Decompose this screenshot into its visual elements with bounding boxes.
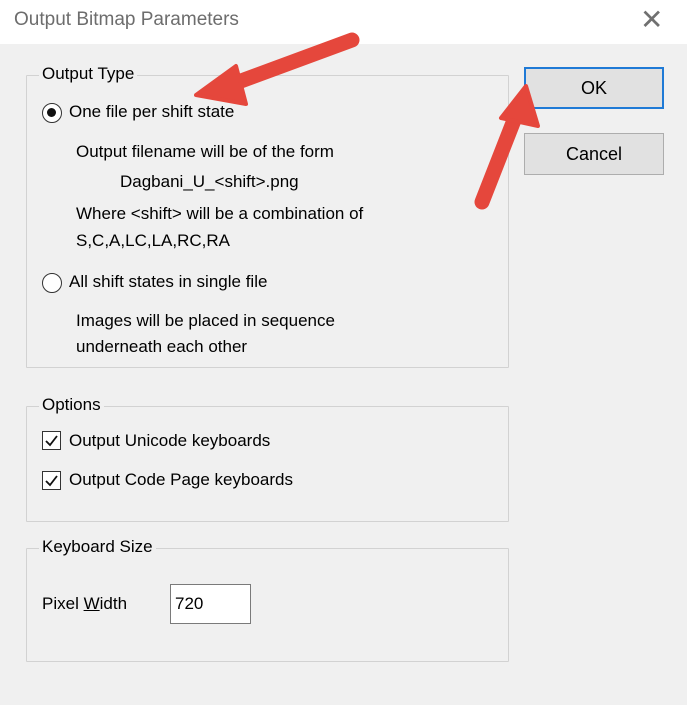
unicode-label[interactable]: Output Unicode keyboards — [69, 431, 270, 451]
unicode-checkbox[interactable] — [42, 431, 61, 450]
checkmark-icon — [45, 475, 58, 487]
single-file-desc-2: underneath each other — [76, 337, 248, 356]
one-file-desc-3: Where <shift> will be a combination of — [76, 204, 364, 223]
codepage-label[interactable]: Output Code Page keyboards — [69, 470, 293, 490]
one-file-desc-4: S,C,A,LC,LA,RC,RA — [76, 231, 230, 250]
one-file-radio[interactable] — [42, 103, 62, 123]
one-file-label[interactable]: One file per shift state — [69, 102, 234, 122]
cancel-button[interactable]: Cancel — [524, 133, 664, 175]
single-file-desc-1: Images will be placed in sequence — [76, 311, 335, 330]
title-bar: Output Bitmap Parameters ✕ — [0, 0, 687, 44]
keyboard-size-legend: Keyboard Size — [39, 537, 156, 557]
codepage-checkbox[interactable] — [42, 471, 61, 490]
pixel-width-label-post: idth — [99, 594, 128, 613]
pixel-width-label-accel: W — [83, 594, 100, 613]
pixel-width-label-pre: Pixel — [42, 594, 84, 613]
window-title: Output Bitmap Parameters — [14, 9, 239, 30]
close-icon[interactable]: ✕ — [640, 6, 663, 34]
checkmark-icon — [45, 435, 58, 447]
single-file-radio[interactable] — [42, 273, 62, 293]
ok-button[interactable]: OK — [524, 67, 664, 109]
options-group: Options — [26, 395, 509, 522]
one-file-desc-1: Output filename will be of the form — [76, 142, 334, 161]
single-file-label[interactable]: All shift states in single file — [69, 272, 267, 292]
output-type-legend: Output Type — [39, 64, 138, 84]
pixel-width-input[interactable]: 720 — [170, 584, 251, 624]
one-file-desc-2: Dagbani_U_<shift>.png — [120, 172, 299, 191]
pixel-width-label: Pixel Width — [42, 594, 127, 614]
options-legend: Options — [39, 395, 104, 415]
